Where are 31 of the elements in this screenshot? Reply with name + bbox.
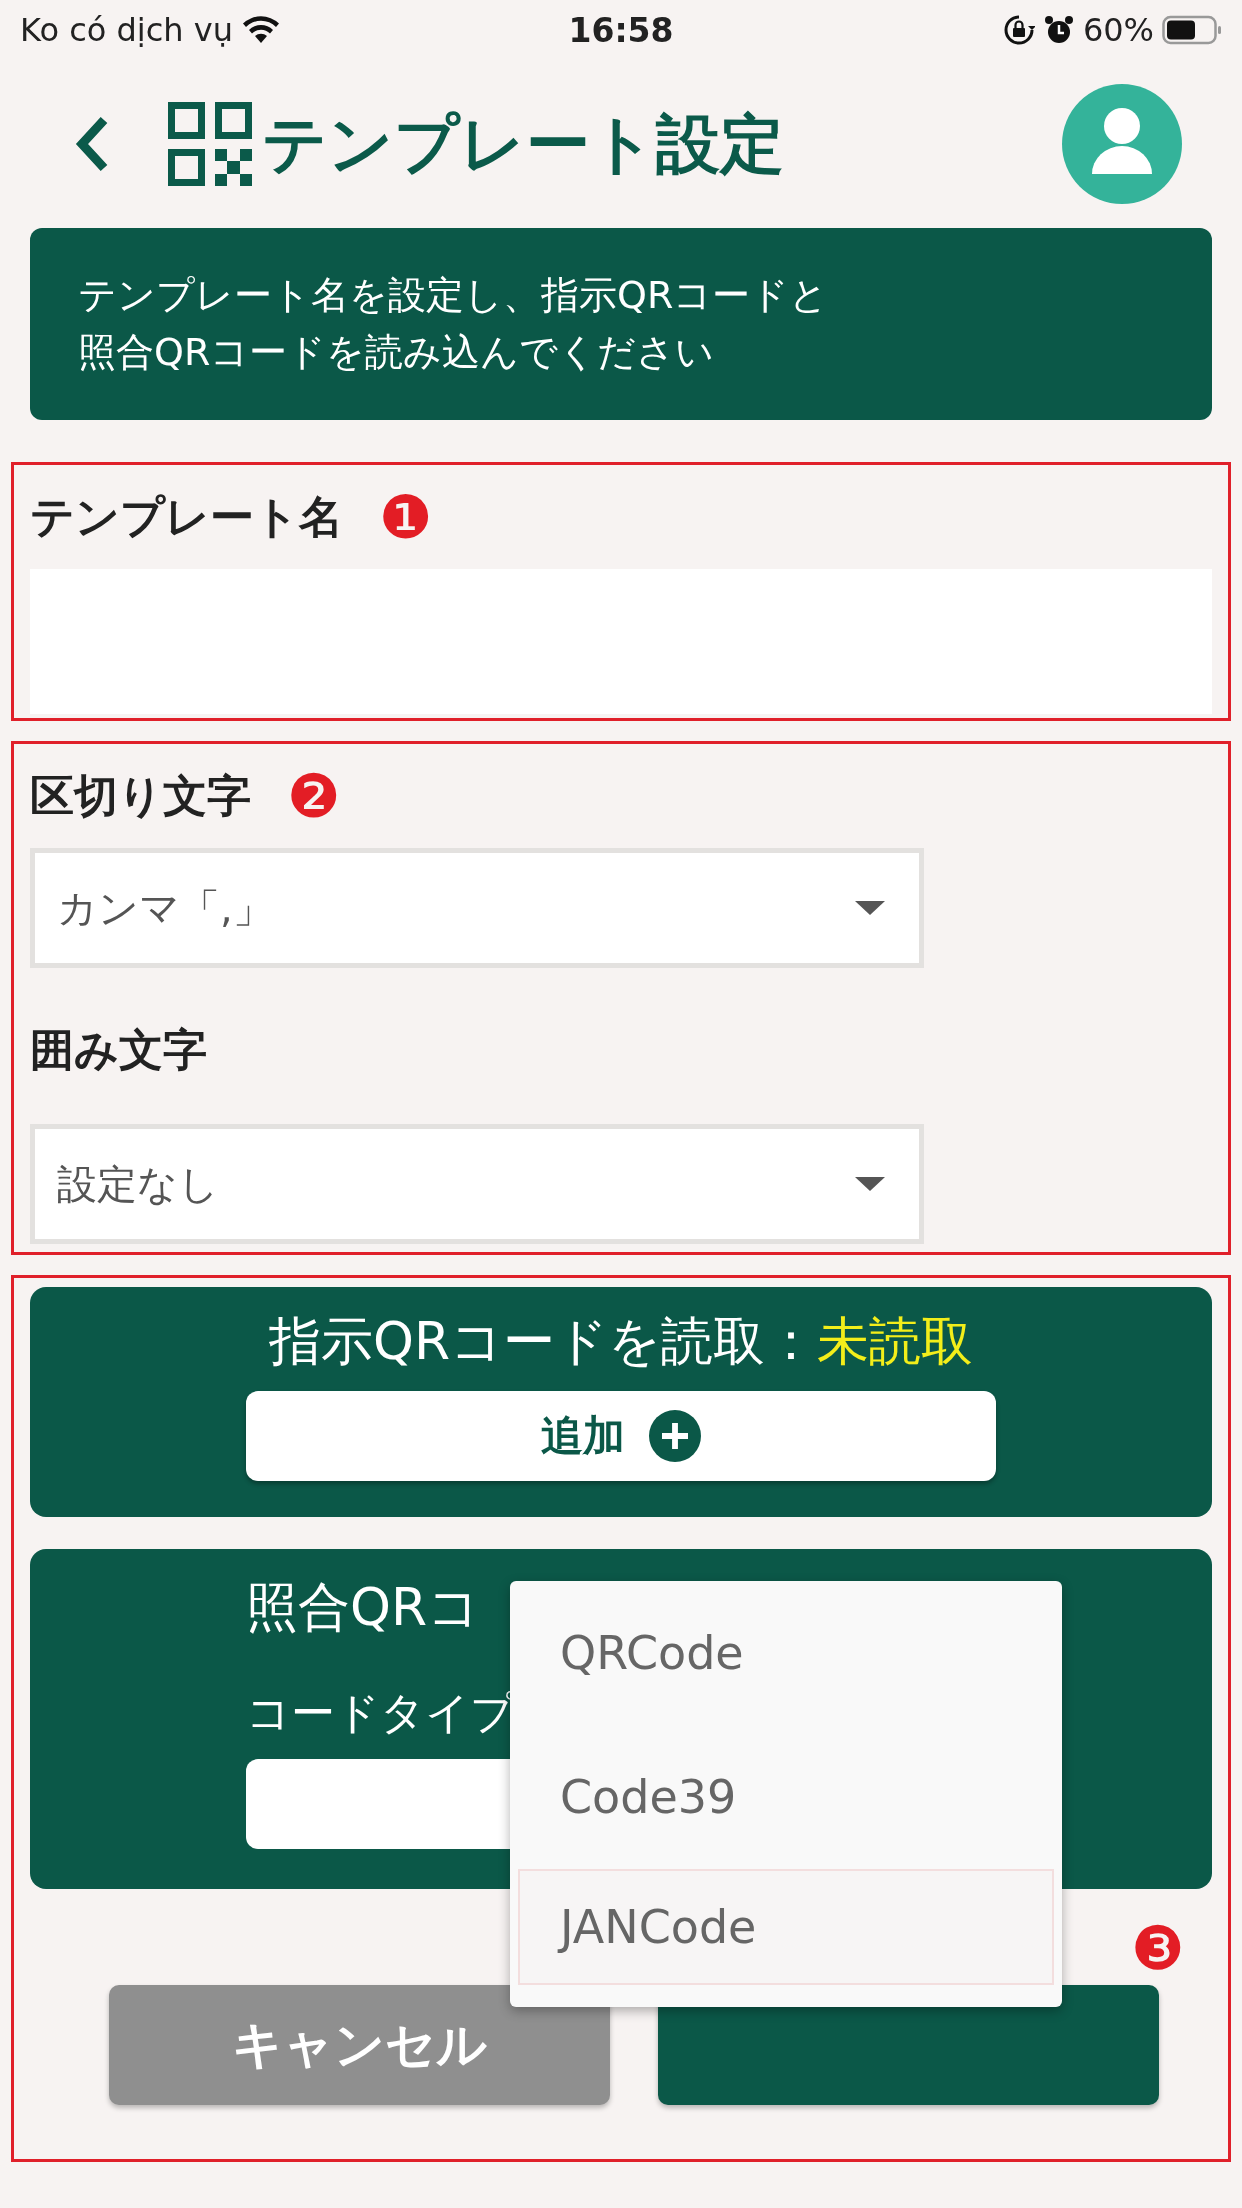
add-button[interactable]: 追加 [246, 1391, 996, 1481]
alarm-icon [1042, 14, 1075, 46]
card-title: 指示QRコードを読取： [268, 1311, 818, 1371]
caret-icon [855, 901, 885, 915]
step-number: ❶ [379, 487, 433, 547]
banner-text: 照合QRコードを読み込んでください [78, 329, 716, 376]
select-field[interactable]: 設定なし [30, 1124, 924, 1244]
battery-text: 60% [1082, 11, 1154, 49]
wifi-icon [240, 15, 281, 45]
step-number: ❷ [287, 766, 341, 826]
dropdown-option[interactable]: Code39 [518, 1725, 1054, 1869]
dropdown-option[interactable]: QRCode [518, 1581, 1054, 1725]
step-number: ❸ [1131, 1918, 1185, 1978]
card-title: 照合QRコ [246, 1576, 482, 1639]
select-field[interactable]: カンマ「,」 [30, 848, 924, 968]
caret-icon [855, 1177, 885, 1191]
status-text: 未読取 [817, 1311, 974, 1371]
field-label: テンプレート名 [30, 489, 343, 544]
dropdown-option[interactable]: JANCode [518, 1869, 1054, 1985]
battery-icon [1162, 15, 1222, 45]
orientation-lock-icon [1002, 14, 1035, 46]
field-label: 囲み文字 [30, 1022, 207, 1077]
page-title: テンプレート設定 [262, 105, 784, 183]
plus-circle-icon [649, 1410, 701, 1462]
banner-text: テンプレート名を設定し、指示QRコードと [78, 272, 830, 319]
time-text: 16:58 [567, 10, 675, 50]
carrier-text: Ko có dịch vụ [20, 11, 233, 49]
user-avatar-icon[interactable] [1062, 84, 1182, 204]
field-label: 区切り文字 [30, 768, 251, 823]
cancel-button[interactable]: キャンセル [109, 1985, 610, 2105]
qr-code-icon [168, 102, 252, 186]
